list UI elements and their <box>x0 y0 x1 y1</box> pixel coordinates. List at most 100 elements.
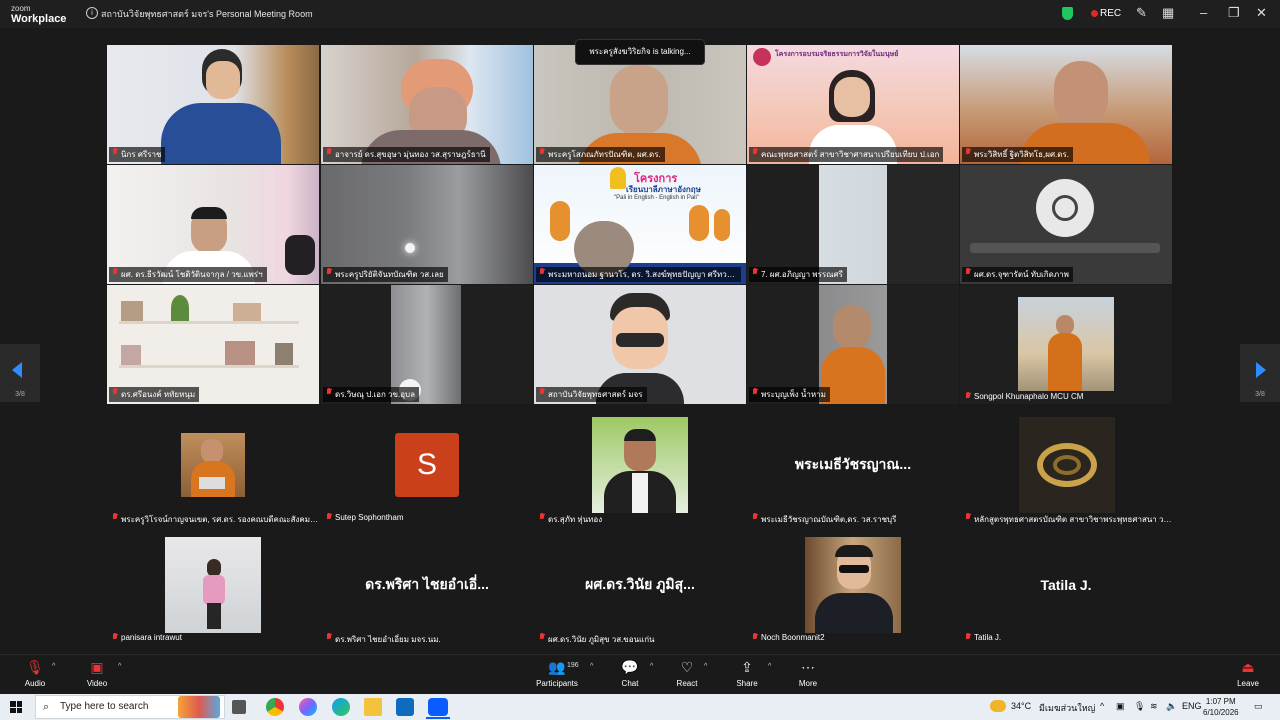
close-icon[interactable]: ✕ <box>1256 5 1267 21</box>
react-options-chevron-icon[interactable]: ^ <box>704 663 707 670</box>
share-options-chevron-icon[interactable]: ^ <box>768 663 771 670</box>
participant-name: ผศ. ดร.ธีรวัฒน์ โชติวัตินจากุล / วข.แพร่… <box>109 267 267 282</box>
chat-button[interactable]: 💬 Chat <box>616 659 644 688</box>
participant-display-name: พระเมธีวัชรญาณ... <box>794 455 912 472</box>
mic-muted-icon <box>112 633 118 641</box>
tray-app-icon[interactable]: ▣ <box>1116 701 1125 712</box>
mic-muted-icon <box>112 388 118 396</box>
mic-muted-icon <box>326 148 332 156</box>
mic-muted-icon <box>965 148 971 156</box>
react-heart-icon: ♡ <box>680 659 694 675</box>
search-icon: ⌕ <box>43 701 50 713</box>
participant-name: สถาบันวิจัยพุทธศาสตร์ มจร <box>536 387 647 402</box>
participant-name: คณะพุทธศาสตร์ สาขาวิชาศาสนาเปรียบเทียบ ป… <box>749 147 944 162</box>
more-button[interactable]: ⋯ More <box>793 659 823 688</box>
volume-icon[interactable]: 🔈 <box>1166 701 1177 712</box>
participant-name: Noch Boonmanit2 <box>749 633 825 642</box>
mic-muted-icon: 🎙 <box>26 659 44 675</box>
participant-initial-avatar: S <box>395 433 459 497</box>
react-button[interactable]: ♡ React <box>672 659 702 688</box>
weather-icon[interactable] <box>990 700 1006 712</box>
windows-start-icon[interactable] <box>10 701 22 713</box>
weather-temp[interactable]: 34°C <box>1011 701 1031 711</box>
participant-name: พระครูปริยัติจันทบัณฑิต วส.เลย <box>323 267 448 282</box>
tray-chevron-icon[interactable]: ^ <box>1100 701 1104 711</box>
wifi-icon[interactable]: ≋ <box>1150 701 1158 712</box>
meeting-info-icon[interactable]: i <box>86 7 98 19</box>
participants-label: Participants <box>536 679 578 688</box>
video-tile[interactable]: พระบุญเพ็ง น้ำหาม <box>747 285 959 404</box>
audio-button[interactable]: 🎙 Audio <box>20 659 50 688</box>
video-tile[interactable]: อาจารย์ ดร.สุขอุษา มุ่นทอง วส.สุราษฎร์ธา… <box>321 45 533 164</box>
title-bar: zoom Workplace i สถาบันวิจัยพุทธศาสตร์ ม… <box>0 0 1280 28</box>
more-label: More <box>798 679 818 688</box>
annotate-pen-icon[interactable]: ✎ <box>1136 5 1147 21</box>
video-tile[interactable]: ดร.วิษณุ ป.เอก วข.อุบล <box>321 285 533 404</box>
leave-button[interactable]: ⏏ Leave <box>1233 659 1263 688</box>
outlook-icon[interactable] <box>396 698 414 716</box>
video-tile[interactable]: โครงการอบรมจริยธรรมการวิจัยในมนุษย์ คณะพ… <box>747 45 959 164</box>
microphone-tray-icon[interactable]: 🎙 <box>1134 701 1145 712</box>
chat-label: Chat <box>621 679 639 688</box>
recording-label[interactable]: REC <box>1100 8 1121 19</box>
chat-icon: 💬 <box>621 659 639 675</box>
video-tile[interactable]: นิกร ศรีราช <box>107 45 319 164</box>
video-tile[interactable]: ดร.ศรีอนงค์ หทัยหนุม <box>107 285 319 404</box>
previous-page-button[interactable]: 3/8 <box>0 344 40 402</box>
video-tile[interactable]: 7. ผศ.อภิญญา พรรณศรี <box>747 165 959 284</box>
taskbar-clock[interactable]: 1:07 PM 6/10/2026 <box>1203 696 1239 718</box>
participants-options-chevron-icon[interactable]: ^ <box>590 663 593 670</box>
video-tile[interactable]: สถาบันวิจัยพุทธศาสตร์ มจร <box>534 285 746 404</box>
input-language[interactable]: ENG <box>1182 701 1202 711</box>
mic-muted-icon <box>965 268 971 276</box>
video-options-chevron-icon[interactable]: ^ <box>118 663 121 670</box>
view-grid-icon[interactable]: ▦ <box>1162 5 1174 21</box>
mic-muted-icon <box>112 268 118 276</box>
mic-muted-icon <box>965 513 971 521</box>
video-tile[interactable]: โครงการ เรียนบาลีภาษาอังกฤษ "Pali in Eng… <box>534 165 746 284</box>
video-tile[interactable]: ผศ. ดร.ธีรวัฒน์ โชติวัตินจากุล / วข.แพร่… <box>107 165 319 284</box>
mic-muted-icon <box>326 268 332 276</box>
participant-name: Tatila J. <box>962 633 1001 642</box>
video-tile[interactable]: พระครูปริยัติจันทบัณฑิต วส.เลย <box>321 165 533 284</box>
search-placeholder: Type here to search <box>60 701 149 712</box>
copilot-icon[interactable] <box>299 698 317 716</box>
notification-icon[interactable]: ▭ <box>1254 701 1263 712</box>
participant-name: ดร.ศรีอนงค์ หทัยหนุม <box>109 387 200 402</box>
edge-icon[interactable] <box>332 698 350 716</box>
participant-name: นิกร ศรีราช <box>109 147 166 162</box>
restore-icon[interactable]: ❐ <box>1228 5 1240 21</box>
mic-muted-icon <box>539 268 545 276</box>
zoom-taskbar-icon[interactable] <box>428 698 448 716</box>
participant-name: พระเมธีวัชรญาณบัณฑิต,ดร. วส.ราชบุรี <box>749 513 896 526</box>
encryption-shield-icon[interactable] <box>1062 7 1073 20</box>
share-button[interactable]: ⇪ Share <box>732 659 762 688</box>
file-explorer-icon[interactable] <box>364 698 382 716</box>
audio-options-chevron-icon[interactable]: ^ <box>52 663 55 670</box>
mic-muted-icon <box>539 148 545 156</box>
video-tile[interactable]: พระวิสิทธิ์ ฐิตวิสิทโธ,ผศ.ดร. <box>960 45 1172 164</box>
brand-workplace: Workplace <box>11 13 67 25</box>
video-button[interactable]: ▣ Video <box>82 659 112 688</box>
video-tile[interactable]: ผศ.ดร.จุฑารัตน์ ทับเกิดภาพ <box>960 165 1172 284</box>
participant-name: พระครูวิโรจน์กาญจนเขต, รศ.ดร. รองคณบดีคณ… <box>109 513 321 526</box>
video-label: Video <box>86 679 108 688</box>
chrome-icon[interactable] <box>266 698 284 716</box>
video-tile[interactable]: Songpol Khunaphalo MCU CM <box>960 285 1172 404</box>
mic-muted-icon <box>326 633 332 641</box>
active-app-indicator <box>426 717 450 719</box>
clock-date: 6/10/2026 <box>1203 708 1239 717</box>
task-view-icon[interactable] <box>232 700 246 714</box>
leave-label: Leave <box>1237 679 1259 688</box>
arrow-left-icon <box>12 362 22 378</box>
minimize-icon[interactable]: – <box>1200 5 1207 20</box>
chat-options-chevron-icon[interactable]: ^ <box>650 663 653 670</box>
participant-name: พระบุญเพ็ง น้ำหาม <box>749 387 830 402</box>
next-page-button[interactable]: 3/8 <box>1240 344 1280 402</box>
participant-name: ดร.พริศา ไชยอำเอี่ยม มจร.นม. <box>323 633 441 646</box>
camera-off-icon: ▣ <box>90 659 104 675</box>
weather-description[interactable]: มีเมฆส่วนใหญ่ <box>1039 701 1095 715</box>
participant-name: 7. ผศ.อภิญญา พรรณศรี <box>749 267 847 282</box>
zoom-logo: zoom Workplace <box>11 4 67 25</box>
participant-photo <box>165 537 261 633</box>
